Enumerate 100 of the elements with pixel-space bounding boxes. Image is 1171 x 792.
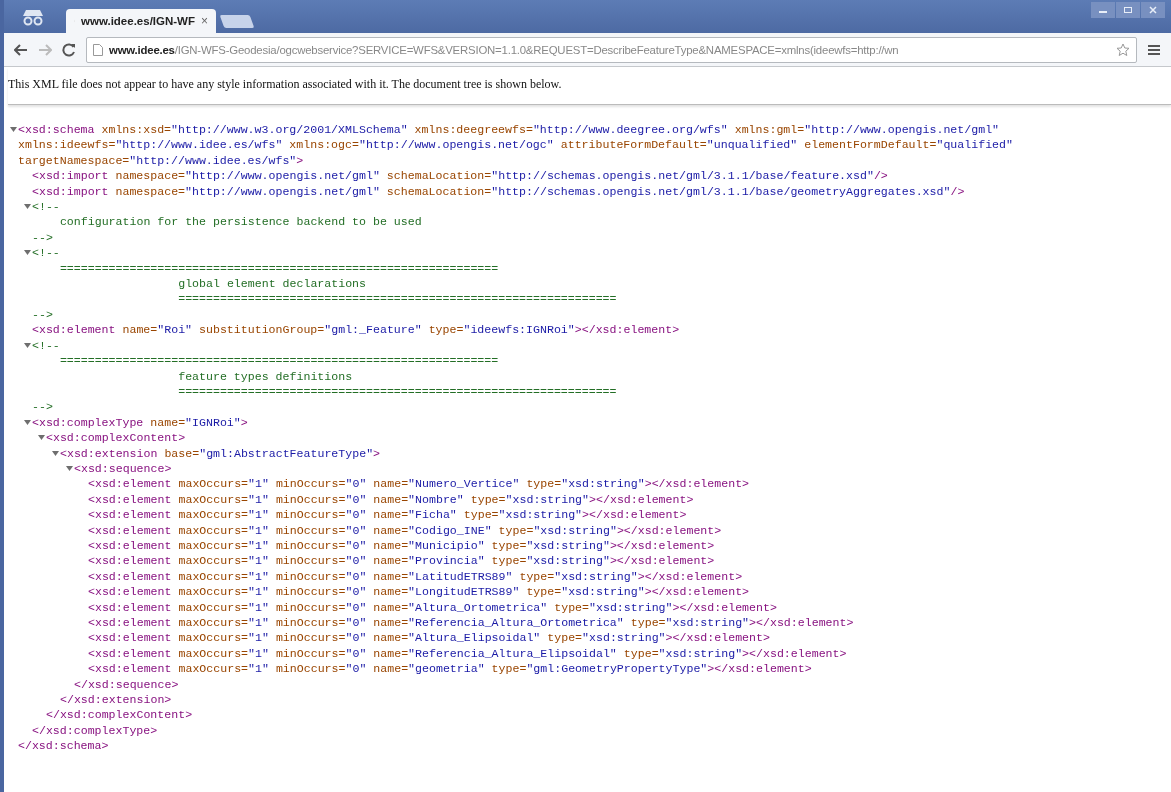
xml-tag: <xsd:element [32, 323, 116, 337]
xml-tag: <xsd:element [88, 631, 172, 645]
comment-text: =============================================================== [177, 291, 617, 307]
xml-tag: ></xsd:element> [749, 616, 854, 629]
attribute-value: "IGNRoi" [185, 415, 241, 429]
attribute-name: schemaLocation= [386, 169, 492, 183]
address-bar[interactable]: www.idee.es/IGN-WFS-Geodesia/ogcwebservice?SERVICE=WFS&VERSION=1.1.0&REQUEST=DescribeFeatureType&NAMESPACE=xmlns(ideewfs=http://wn [86, 36, 1137, 63]
attribute-name: maxOccurs= [178, 523, 249, 537]
attribute-value: "Referencia_Altura_Ortometrica" [408, 616, 624, 629]
back-arrow-icon[interactable] [14, 43, 28, 56]
toggle-triangle-icon[interactable] [23, 203, 31, 211]
attribute-name: maxOccurs= [178, 662, 249, 676]
star-icon[interactable] [1116, 42, 1130, 57]
attribute-value: "ideewfs:IGNRoi" [463, 323, 575, 337]
menu-icon[interactable] [1147, 43, 1161, 56]
attribute-name: minOccurs= [275, 492, 346, 506]
attribute-name: type= [463, 508, 499, 522]
xml-tag: /> [873, 169, 888, 183]
xml-tag: ></xsd:element> [665, 631, 770, 645]
attribute-name: name= [373, 585, 409, 599]
attribute-value: "Altura_Ortometrica" [408, 600, 548, 614]
xml-tag: <xsd:complexType [32, 415, 144, 429]
xml-tag: <xsd:element [88, 600, 172, 614]
xml-tag: <xsd:complexContent> [46, 431, 186, 445]
attribute-name: name= [373, 662, 409, 676]
toggle-triangle-icon[interactable] [65, 464, 73, 472]
attribute-name: xmlns:ogc= [289, 138, 359, 152]
attribute-name: maxOccurs= [178, 538, 249, 552]
attribute-name: type= [554, 600, 590, 614]
comment-text: configuration for the persistence backend to be used [58, 214, 422, 230]
attribute-name: minOccurs= [275, 538, 346, 552]
attribute-value: "http://www.deegree.org/wfs" [532, 123, 728, 136]
attribute-name: xmlns:ideewfs= [18, 138, 116, 152]
comment-marker: --> [32, 400, 53, 414]
attribute-name: type= [498, 523, 534, 537]
toggle-triangle-icon[interactable] [23, 341, 31, 349]
attribute-name: name= [373, 616, 409, 629]
attribute-value: "xsd:string" [533, 523, 617, 537]
toggle-triangle-icon[interactable] [23, 249, 31, 257]
xml-tag: <xsd:import [32, 169, 109, 183]
comment-marker: <!-- [32, 200, 60, 214]
attribute-value: "0" [345, 492, 367, 506]
toggle-triangle-icon[interactable] [9, 126, 17, 133]
attribute-value: "1" [248, 569, 269, 583]
attribute-value: "0" [345, 646, 367, 660]
attribute-value: "1" [248, 585, 269, 599]
attribute-value: "http://schemas.opengis.net/gml/3.1.1/base/geometryAggregates.xsd" [491, 184, 951, 198]
maximize-button[interactable] [1116, 2, 1140, 18]
attribute-name: maxOccurs= [178, 600, 249, 614]
attribute-value: "http://www.opengis.net/gml" [185, 184, 380, 198]
attribute-name: name= [373, 631, 409, 645]
browser-tab[interactable]: www.idee.es/IGN-WF × [66, 9, 216, 33]
attribute-value: "geometria" [408, 662, 485, 676]
notice-text: This XML file does not appear to have any style information associated with it. The document tree is shown below. [8, 67, 1171, 105]
xml-tag: > [373, 446, 381, 460]
toggle-triangle-icon[interactable] [37, 434, 45, 442]
attribute-name: maxOccurs= [178, 508, 249, 522]
close-button[interactable] [1141, 2, 1165, 18]
xml-tag: <xsd:element [88, 508, 172, 522]
attribute-value: "0" [345, 585, 367, 599]
toggle-triangle-icon[interactable] [51, 449, 59, 457]
tab-close-button[interactable]: × [201, 14, 208, 28]
attribute-value: "LatitudETRS89" [408, 569, 513, 583]
reload-icon[interactable] [62, 42, 76, 57]
attribute-name: name= [122, 323, 158, 337]
attribute-name: minOccurs= [275, 662, 346, 676]
attribute-name: maxOccurs= [178, 477, 249, 491]
xml-tag: > [240, 415, 248, 429]
attribute-name: elementFormDefault= [804, 138, 937, 152]
minimize-button[interactable] [1091, 2, 1115, 18]
toggle-triangle-icon[interactable] [23, 418, 31, 426]
attribute-value: "1" [248, 600, 269, 614]
new-tab-button[interactable] [219, 15, 255, 28]
attribute-value: "xsd:string" [561, 477, 645, 491]
attribute-value: "0" [345, 569, 367, 583]
attribute-value: "1" [248, 538, 269, 552]
attribute-value: "Codigo_INE" [408, 523, 492, 537]
attribute-name: name= [373, 646, 409, 660]
attribute-name: minOccurs= [275, 616, 346, 629]
attribute-value: "1" [248, 616, 269, 629]
xml-tag: ></xsd:element> [742, 646, 847, 660]
attribute-value: "0" [345, 538, 367, 552]
attribute-value: "xsd:string" [505, 492, 590, 506]
attribute-value: "0" [345, 616, 367, 629]
xml-tag: <xsd:element [88, 538, 172, 552]
xml-tag: > [296, 153, 304, 167]
xml-tag: ></xsd:element> [574, 323, 680, 337]
attribute-value: "gml:AbstractFeatureType" [199, 446, 374, 460]
attribute-value: "Altura_Elipsoidal" [408, 631, 541, 645]
attribute-value: "0" [345, 600, 367, 614]
url-text: www.idee.es/IGN-WFS-Geodesia/ogcwebservice?SERVICE=WFS&VERSION=1.1.0&REQUEST=DescribeFeatureType&NAMESPACE=xmlns(ideewfs=http://wn [109, 43, 900, 56]
attribute-name: substitutionGroup= [199, 323, 325, 337]
tab-title: www.idee.es/IGN-WF [81, 15, 195, 27]
attribute-value: "1" [248, 508, 269, 522]
attribute-value: "0" [345, 554, 367, 568]
attribute-value: "0" [345, 508, 367, 522]
attribute-value: "http://www.w3.org/2001/XMLSchema" [171, 123, 408, 136]
xml-tag: ></xsd:element> [644, 585, 750, 599]
attribute-name: minOccurs= [275, 523, 346, 537]
comment-text: =============================================================== [58, 353, 499, 369]
